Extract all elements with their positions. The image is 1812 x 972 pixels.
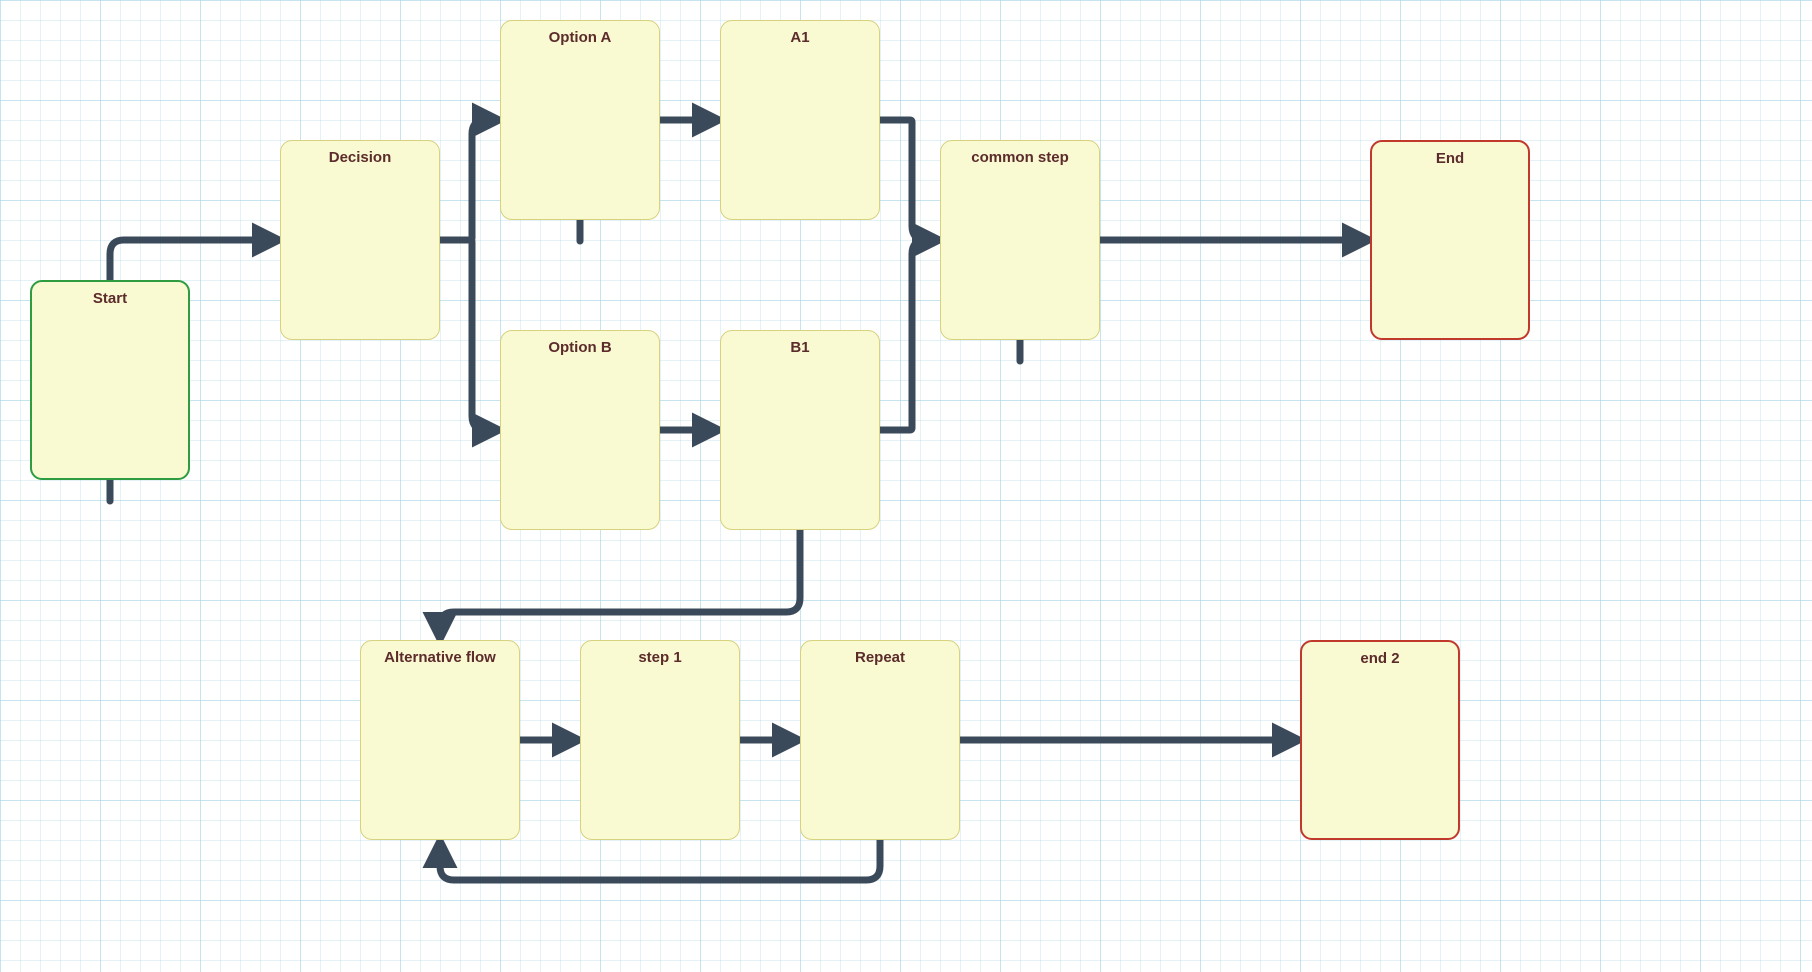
node-label: Decision [291,149,429,166]
node-altflow[interactable]: Alternative flow [360,640,520,840]
node-label: step 1 [591,649,729,666]
node-label: End [1382,150,1518,167]
node-label: common step [951,149,1089,166]
node-b1[interactable]: B1 [720,330,880,530]
node-optionB[interactable]: Option B [500,330,660,530]
edge-decision-to-optionB [440,240,500,430]
node-a1[interactable]: A1 [720,20,880,220]
node-label: Option B [511,339,649,356]
node-label: Repeat [811,649,949,666]
edge-a1-to-common [880,120,940,240]
node-end2[interactable]: end 2 [1300,640,1460,840]
edge-b1-to-altflow [440,530,800,640]
node-label: A1 [731,29,869,46]
edge-decision-to-optionA [440,120,500,240]
node-optionA[interactable]: Option A [500,20,660,220]
node-label: Alternative flow [371,649,509,666]
diagram-canvas[interactable]: Start Decision Option A Option B A1 B1 common … [0,0,1812,972]
node-label: Start [42,290,178,307]
node-end[interactable]: End [1370,140,1530,340]
node-label: B1 [731,339,869,356]
node-label: end 2 [1312,650,1448,667]
node-start[interactable]: Start [30,280,190,480]
node-common[interactable]: common step [940,140,1100,340]
edge-b1-to-common [880,240,940,430]
node-step1[interactable]: step 1 [580,640,740,840]
node-label: Option A [511,29,649,46]
node-decision[interactable]: Decision [280,140,440,340]
edge-repeat-to-altflow [440,840,880,880]
node-repeat[interactable]: Repeat [800,640,960,840]
